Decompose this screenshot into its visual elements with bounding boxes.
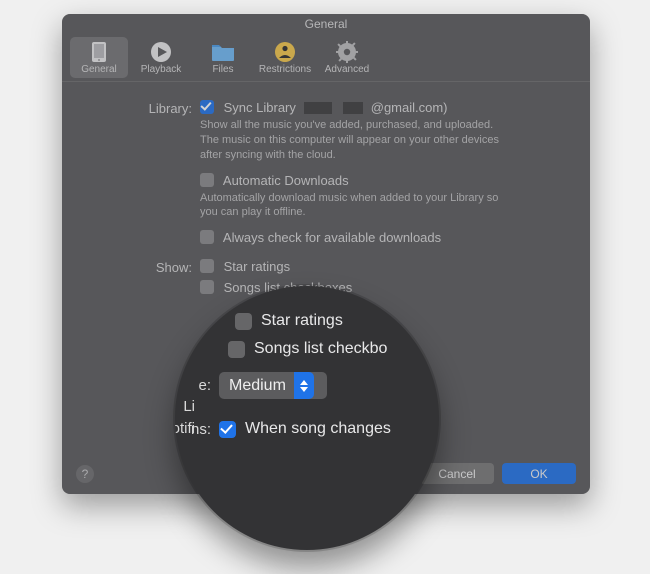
auto-downloads-text: Automatic Downloads <box>223 173 349 188</box>
gear-icon <box>335 40 359 64</box>
when-song-changes-checkbox[interactable] <box>219 421 236 438</box>
preferences-toolbar: General Playback Files Restrictions Adva… <box>62 34 590 81</box>
tab-advanced[interactable]: Advanced <box>318 37 376 78</box>
email-suffix: @gmail.com) <box>371 100 448 115</box>
window-title: General <box>62 14 590 34</box>
sync-library-checkbox[interactable] <box>200 100 214 114</box>
star-ratings-checkbox[interactable] <box>200 259 214 273</box>
tab-label: Advanced <box>325 64 369 75</box>
tab-label: General <box>81 64 117 75</box>
library-label: Library: <box>80 100 200 116</box>
list-size-select[interactable]: Medium <box>219 372 327 399</box>
always-check-checkbox[interactable] <box>200 230 214 244</box>
list-label-fragment: Li <box>181 398 203 415</box>
show-label: Show: <box>80 259 200 275</box>
folder-icon <box>211 40 235 64</box>
auto-downloads-checkbox[interactable] <box>200 173 214 187</box>
list-size-value: Medium <box>229 377 286 395</box>
magnifier-overlay: Star ratings Songs list checkbo e: Mediu… <box>175 286 439 550</box>
redacted-block <box>304 102 332 114</box>
songs-checkboxes-checkbox-zoom[interactable] <box>228 341 245 358</box>
notifications-label-fragment2: ns: <box>183 421 219 438</box>
sync-library-hint: Show all the music you've added, purchas… <box>200 118 510 163</box>
stepper-icon <box>294 372 314 399</box>
play-circle-icon <box>149 40 173 64</box>
general-content: Library: Sync Library @gmail.com) Show a… <box>62 82 590 295</box>
when-song-changes-text: When song changes <box>245 420 391 438</box>
tab-files[interactable]: Files <box>194 37 252 78</box>
help-button[interactable]: ? <box>76 465 94 483</box>
ok-button[interactable]: OK <box>502 463 576 484</box>
tab-label: Playback <box>141 64 182 75</box>
phone-icon <box>87 40 111 64</box>
sync-library-text: Sync Library <box>224 100 296 115</box>
tab-label: Restrictions <box>259 64 311 75</box>
auto-downloads-hint: Automatically download music when added … <box>200 191 510 221</box>
tab-restrictions[interactable]: Restrictions <box>256 37 314 78</box>
parental-icon <box>273 40 297 64</box>
redacted-block <box>343 102 363 114</box>
always-check-text: Always check for available downloads <box>223 230 441 245</box>
star-ratings-text: Star ratings <box>224 259 290 274</box>
star-ratings-text-zoom: Star ratings <box>261 312 343 330</box>
tab-label: Files <box>212 64 233 75</box>
tab-playback[interactable]: Playback <box>132 37 190 78</box>
list-size-label-fragment: e: <box>191 377 219 394</box>
songs-checkboxes-text-zoom: Songs list checkbo <box>254 340 387 358</box>
tab-general[interactable]: General <box>70 37 128 78</box>
star-ratings-checkbox-zoom[interactable] <box>235 313 252 330</box>
